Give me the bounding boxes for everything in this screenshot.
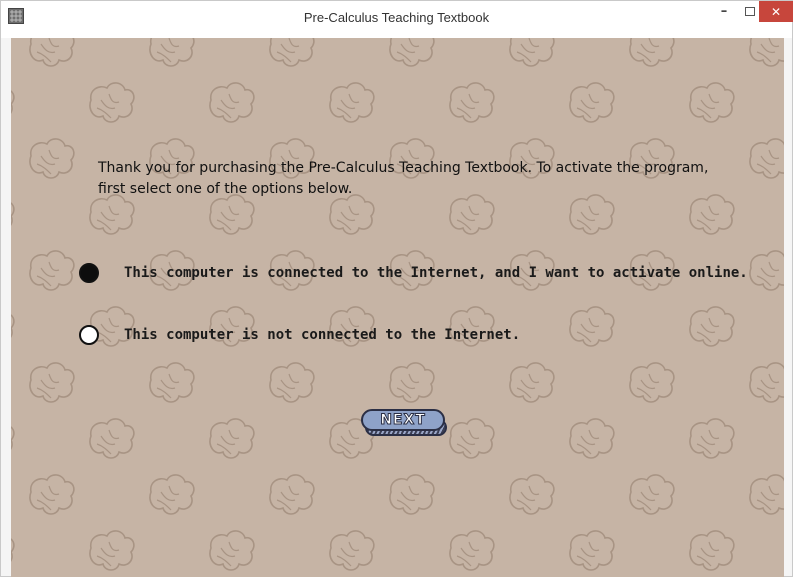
minimize-icon: – bbox=[720, 4, 728, 19]
radio-offline[interactable] bbox=[79, 325, 99, 345]
option-offline[interactable]: This computer is not connected to the In… bbox=[79, 325, 520, 345]
minimize-button[interactable]: – bbox=[711, 1, 737, 22]
window-title: Pre-Calculus Teaching Textbook bbox=[303, 10, 490, 25]
radio-online[interactable] bbox=[79, 263, 99, 283]
activation-panel: Thank you for purchasing the Pre-Calculu… bbox=[11, 38, 784, 577]
next-button[interactable]: NEXT bbox=[358, 407, 450, 439]
app-window: Pre-Calculus Teaching Textbook – ✕ Thank… bbox=[0, 0, 793, 577]
close-icon: ✕ bbox=[770, 4, 782, 19]
option-online[interactable]: This computer is connected to the Intern… bbox=[79, 263, 748, 283]
intro-text: Thank you for purchasing the Pre-Calculu… bbox=[98, 160, 709, 197]
pattern-row bbox=[11, 38, 784, 571]
next-button-face[interactable]: NEXT bbox=[361, 409, 445, 431]
close-button[interactable]: ✕ bbox=[759, 1, 793, 22]
option-online-label[interactable]: This computer is connected to the Intern… bbox=[124, 265, 748, 281]
hand-pattern-icon bbox=[11, 38, 784, 571]
maximize-icon bbox=[745, 7, 755, 16]
option-offline-label[interactable]: This computer is not connected to the In… bbox=[124, 327, 520, 343]
title-bar[interactable]: Pre-Calculus Teaching Textbook – ✕ bbox=[1, 1, 793, 38]
next-button-label[interactable]: NEXT bbox=[380, 412, 426, 429]
